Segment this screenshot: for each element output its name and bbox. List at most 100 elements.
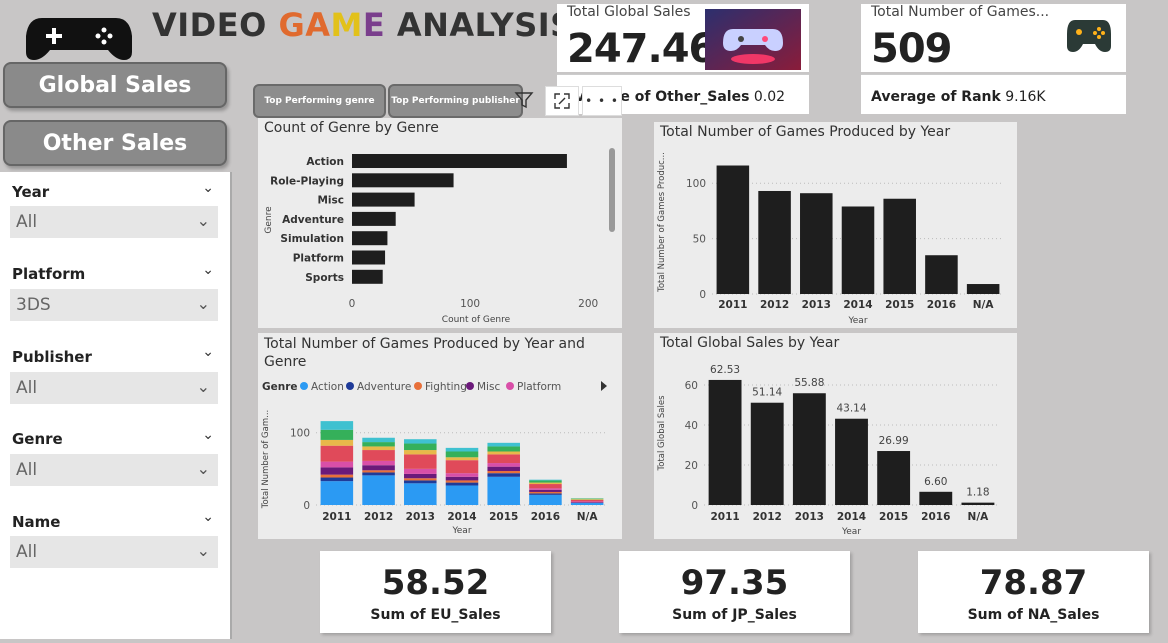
bar <box>352 154 567 168</box>
bar-segment <box>529 480 562 483</box>
page-title: VIDEO GAME ANALYSIS <box>152 6 574 44</box>
sum-label: Sum of JP_Sales <box>672 607 797 623</box>
tick-label: 2015 <box>879 511 908 523</box>
bar <box>750 402 784 505</box>
tick-label: 200 <box>578 298 598 310</box>
legend-marker <box>346 382 354 390</box>
bar-segment <box>320 461 354 468</box>
bar <box>352 173 454 188</box>
controller-icon <box>1067 20 1111 52</box>
games-by-year-chart-panel: Total Number of Games Produced by Year 0… <box>654 122 1017 328</box>
bar-segment <box>445 482 479 486</box>
bar-segment <box>529 494 562 505</box>
tick-label: 2014 <box>837 511 866 523</box>
bar-segment <box>445 451 479 458</box>
legend-item: Adventure <box>357 381 411 393</box>
legend-marker <box>300 382 308 390</box>
more-options-icon[interactable]: • • • <box>582 86 622 116</box>
slicer-label-platform: Platform <box>12 265 86 283</box>
bar <box>758 190 791 294</box>
bar-segment <box>487 473 520 477</box>
chevron-right-icon <box>601 381 607 391</box>
global-sales-by-year-chart: 0 20 40 60 62.53 2011 51.14 2012 55.88 2013 43.14 2… <box>657 364 999 537</box>
tick-label: 0 <box>349 298 356 310</box>
genre-dropdown[interactable]: All ⌄ <box>10 454 218 486</box>
kpi-card-rank: Average of Rank 9.16K <box>861 74 1126 114</box>
platform-value: 3DS <box>16 295 51 315</box>
kpi-value: 247.46 <box>567 26 716 72</box>
chevron-down-icon: ⌄ <box>196 459 210 478</box>
sum-card-na: 78.87 Sum of NA_Sales <box>918 551 1149 633</box>
tick-label: 50 <box>693 234 706 246</box>
tick-label: 2014 <box>843 299 872 311</box>
tick-label: Simulation <box>280 233 344 245</box>
data-label: 62.53 <box>710 364 740 376</box>
bar <box>961 502 995 505</box>
gamepad-logo-icon <box>26 18 132 60</box>
legend-item: Platform <box>517 381 561 393</box>
bar-segment <box>570 498 604 500</box>
bar <box>352 192 415 207</box>
tick-label: 2016 <box>531 511 560 523</box>
top-publisher-button[interactable]: Top Performing publisher <box>388 84 523 118</box>
bar-segment <box>445 480 479 483</box>
bar <box>352 250 386 265</box>
tick-label: 2014 <box>447 511 476 523</box>
chevron-down-icon[interactable]: ⌄ <box>202 427 214 443</box>
bar-segment <box>570 499 604 500</box>
filter-icon[interactable] <box>508 84 540 116</box>
tick-label: 100 <box>686 178 706 190</box>
chevron-down-icon: ⌄ <box>196 211 210 230</box>
axis-label: Total Global Sales <box>657 395 667 472</box>
tick-label: 2011 <box>322 511 351 523</box>
chevron-down-icon[interactable]: ⌄ <box>202 180 214 196</box>
other-sales-button[interactable]: Other Sales <box>3 120 227 166</box>
bar-segment <box>445 457 479 461</box>
bar <box>352 231 388 246</box>
slicer-panel: Year ⌄ All ⌄ Platform ⌄ 3DS ⌄ Publisher ⌄ … <box>0 172 232 639</box>
genre-count-chart: Action Role-Playing Misc Adventure Simulatio… <box>264 148 615 325</box>
tick-label: Adventure <box>282 214 344 226</box>
bar-segment <box>320 481 354 505</box>
bar-segment <box>487 442 520 447</box>
chevron-down-icon: ⌄ <box>196 377 210 396</box>
focus-mode-icon[interactable] <box>545 86 579 116</box>
bar-segment <box>362 470 395 473</box>
legend-item: Fighting <box>425 381 467 393</box>
bar-segment <box>570 502 604 505</box>
sum-label: Sum of EU_Sales <box>370 607 501 623</box>
bar-segment <box>445 476 479 481</box>
bar-segment <box>529 482 562 485</box>
axis-label: Count of Genre <box>442 315 511 325</box>
tick-label: 2012 <box>753 511 782 523</box>
bar-segment <box>487 446 520 452</box>
slicer-label-name: Name <box>12 513 61 531</box>
bar <box>800 193 833 294</box>
chevron-down-icon[interactable]: ⌄ <box>202 262 214 278</box>
tick-label: 100 <box>290 428 310 440</box>
bar-segment <box>320 421 354 430</box>
tick-label: Role-Playing <box>270 175 344 187</box>
games-by-year-genre-chart: 0 100 2011 2012 2013 2014 2015 2016 N/A Year Total… <box>261 381 608 536</box>
name-value: All <box>16 542 38 562</box>
bar-segment <box>404 473 437 479</box>
global-sales-button[interactable]: Global Sales <box>3 62 227 108</box>
bar-segment <box>404 483 437 505</box>
kpi-label: Average of Rank <box>871 89 1001 105</box>
games-by-year-chart: 0 50 100 2011 2012 2013 2014 2015 2016 N/A Year Tot… <box>657 152 1004 326</box>
year-dropdown[interactable]: All ⌄ <box>10 206 218 238</box>
chevron-down-icon[interactable]: ⌄ <box>202 509 214 525</box>
tick-label: 2011 <box>710 511 739 523</box>
data-label: 51.14 <box>752 387 782 399</box>
bar-segment <box>529 493 562 495</box>
name-dropdown[interactable]: All ⌄ <box>10 536 218 568</box>
publisher-dropdown[interactable]: All ⌄ <box>10 372 218 404</box>
chevron-down-icon[interactable]: ⌄ <box>202 344 214 360</box>
top-genre-button[interactable]: Top Performing genre <box>253 84 386 118</box>
platform-dropdown[interactable]: 3DS ⌄ <box>10 289 218 321</box>
tick-label: 2013 <box>795 511 824 523</box>
year-value: All <box>16 212 38 232</box>
bar <box>352 211 396 226</box>
tick-label: 2016 <box>921 511 950 523</box>
bar-segment <box>320 429 354 440</box>
